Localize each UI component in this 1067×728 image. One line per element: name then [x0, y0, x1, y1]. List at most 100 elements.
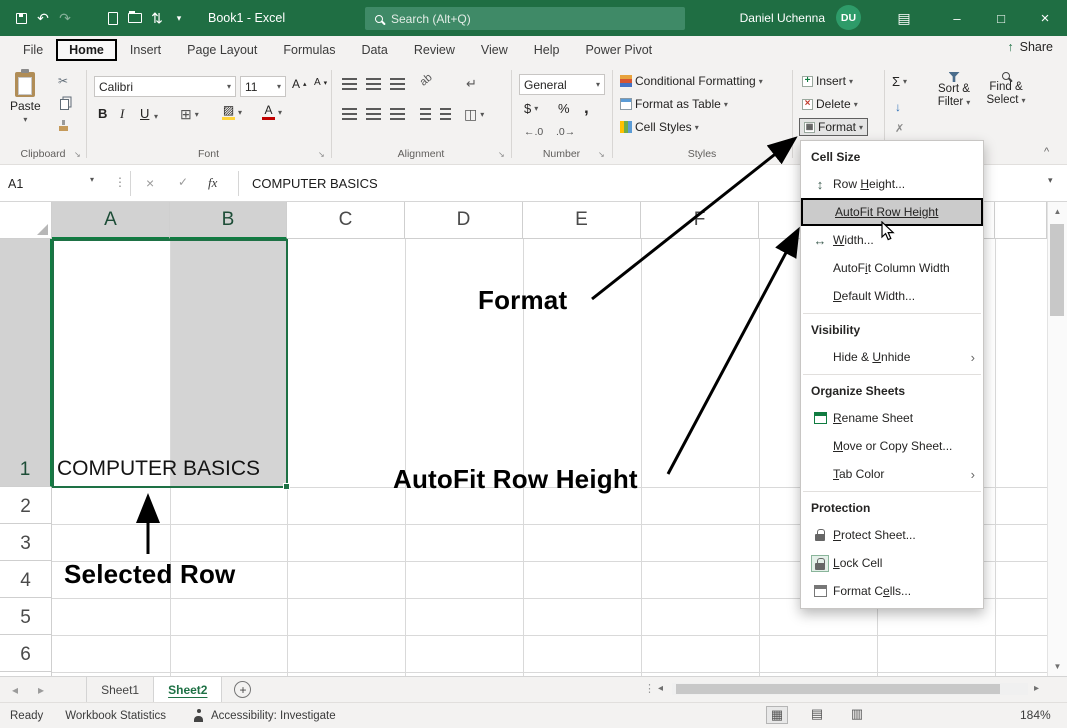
decrease-indent-icon[interactable] — [420, 108, 431, 120]
menu-item-protect-sheet[interactable]: Protect Sheet... — [801, 521, 983, 549]
paste-button[interactable]: Paste ▾ — [10, 72, 41, 124]
menu-item-row-height[interactable]: ↕ Row Height... — [801, 170, 983, 198]
clipboard-dialog-launcher-icon[interactable]: ↘ — [74, 150, 81, 159]
name-box-chevron-icon[interactable]: ▾ — [90, 175, 94, 184]
minimize-button[interactable]: – — [935, 0, 979, 36]
expand-formula-bar-icon[interactable]: ▾ — [1048, 175, 1053, 186]
select-all-corner[interactable] — [0, 202, 52, 239]
ribbon-display-options-icon[interactable]: ▤ — [893, 11, 915, 25]
menu-item-autofit-row-height[interactable]: AutoFit Row Height — [801, 198, 983, 226]
align-left-icon[interactable] — [342, 108, 357, 120]
column-header-c[interactable]: C — [287, 202, 405, 239]
copy-icon[interactable] — [60, 99, 69, 110]
italic-button[interactable]: I — [120, 106, 124, 122]
find-select-button[interactable]: Find & Select ▾ — [982, 72, 1030, 106]
tab-formulas[interactable]: Formulas — [270, 39, 348, 61]
tab-view[interactable]: View — [468, 39, 521, 61]
currency-button[interactable]: $▾ — [524, 101, 538, 116]
open-file-icon[interactable] — [124, 13, 146, 23]
new-file-icon[interactable] — [102, 12, 124, 25]
row-header-2[interactable]: 2 — [0, 487, 52, 524]
close-button[interactable]: × — [1023, 0, 1067, 36]
insert-cells-button[interactable]: + Insert ▾ — [802, 74, 853, 88]
underline-button[interactable]: U — [140, 106, 149, 121]
menu-item-hide-unhide[interactable]: Hide & Unhide › — [801, 343, 983, 371]
font-size-combo[interactable]: 11 ▾ — [240, 76, 286, 97]
align-top-icon[interactable] — [342, 78, 357, 90]
format-button[interactable]: ▦ Format ▾ — [799, 118, 868, 136]
sheet-nav-left-icon[interactable]: ◂ — [12, 683, 18, 697]
menu-item-default-width[interactable]: Default Width... — [801, 282, 983, 310]
horizontal-scrollbar-thumb[interactable] — [676, 684, 1000, 694]
save-icon[interactable] — [10, 13, 32, 24]
decrease-decimal-icon[interactable]: .0→ — [556, 126, 575, 138]
row-header-1[interactable]: 1 — [0, 239, 52, 487]
fill-color-button[interactable]: ▨ ▾ — [222, 104, 242, 120]
scroll-up-icon[interactable]: ▲ — [1054, 207, 1062, 216]
autosum-button[interactable]: Σ ▾ — [892, 74, 907, 89]
align-right-icon[interactable] — [390, 108, 405, 120]
row-header-3[interactable]: 3 — [0, 524, 52, 561]
column-header-d[interactable]: D — [405, 202, 523, 239]
align-bottom-icon[interactable] — [390, 78, 405, 90]
tab-file[interactable]: File — [10, 39, 56, 61]
column-header-partial[interactable] — [995, 202, 1047, 239]
cell-a1[interactable]: COMPUTER BASICS — [57, 457, 260, 481]
increase-font-icon[interactable]: A▴ — [292, 77, 307, 91]
column-header-e[interactable]: E — [523, 202, 641, 239]
orientation-icon[interactable]: ab — [418, 71, 435, 88]
row-header-6[interactable]: 6 — [0, 635, 52, 672]
delete-cells-button[interactable]: × Delete ▾ — [802, 97, 858, 111]
number-format-combo[interactable]: General ▾ — [519, 74, 605, 95]
tab-insert[interactable]: Insert — [117, 39, 174, 61]
workbook-statistics-button[interactable]: Workbook Statistics — [65, 710, 166, 722]
column-header-b[interactable]: B — [170, 202, 287, 239]
search-bar[interactable] — [365, 7, 685, 30]
menu-item-width[interactable]: ↔ Width... — [801, 226, 983, 254]
comma-style-button[interactable]: , — [584, 98, 589, 118]
clear-icon[interactable]: ✗ — [895, 122, 904, 135]
sort-az-icon[interactable]: ⇅ — [146, 11, 168, 25]
zoom-level[interactable]: 184% — [1020, 708, 1051, 722]
normal-view-icon[interactable]: ▦ — [766, 706, 788, 724]
borders-button[interactable]: ⊞ ▾ — [180, 106, 199, 123]
align-middle-icon[interactable] — [366, 78, 381, 90]
bold-button[interactable]: B — [98, 106, 107, 121]
accessibility-status[interactable]: Accessibility: Investigate — [211, 710, 336, 722]
sheet-nav-right-icon[interactable]: ▸ — [38, 683, 44, 697]
merge-center-button[interactable]: ◫ ▾ — [464, 106, 484, 123]
percent-button[interactable]: % — [558, 101, 570, 116]
conditional-formatting-button[interactable]: Conditional Formatting ▾ — [620, 74, 763, 88]
quick-access-chevron-icon[interactable]: ▾ — [168, 14, 190, 23]
tab-power-pivot[interactable]: Power Pivot — [572, 39, 665, 61]
tab-review[interactable]: Review — [401, 39, 468, 61]
wrap-text-icon[interactable]: ↵ — [466, 76, 477, 92]
styles-dialog-launcher-icon[interactable]: ↘ — [778, 150, 785, 159]
font-dialog-launcher-icon[interactable]: ↘ — [318, 150, 325, 159]
menu-item-rename-sheet[interactable]: Rename Sheet — [801, 404, 983, 432]
tab-help[interactable]: Help — [521, 39, 573, 61]
vertical-scrollbar-thumb[interactable] — [1050, 224, 1064, 316]
search-input[interactable] — [391, 12, 641, 26]
number-dialog-launcher-icon[interactable]: ↘ — [598, 150, 605, 159]
decrease-font-icon[interactable]: A▾ — [314, 77, 327, 88]
fill-handle[interactable] — [283, 483, 290, 490]
avatar[interactable]: DU — [836, 5, 861, 30]
menu-item-lock-cell[interactable]: Lock Cell — [801, 549, 983, 577]
underline-chevron-icon[interactable]: ▾ — [154, 112, 158, 121]
column-header-a[interactable]: A — [52, 202, 170, 239]
menu-item-format-cells[interactable]: Format Cells... — [801, 577, 983, 605]
row-header-4[interactable]: 4 — [0, 561, 52, 598]
undo-icon[interactable]: ↶ — [32, 11, 54, 25]
menu-item-move-or-copy-sheet[interactable]: Move or Copy Sheet... — [801, 432, 983, 460]
hscroll-right-icon[interactable]: ▸ — [1034, 683, 1039, 694]
cancel-formula-icon[interactable]: × — [146, 175, 154, 191]
fill-down-icon[interactable]: ↓ — [895, 100, 901, 114]
tab-home[interactable]: Home — [56, 39, 117, 61]
new-sheet-button[interactable]: + — [234, 681, 251, 698]
menu-item-tab-color[interactable]: Tab Color › — [801, 460, 983, 488]
cell-styles-button[interactable]: Cell Styles ▾ — [620, 120, 699, 134]
tabbar-splitter-icon[interactable]: ⋮ — [644, 682, 655, 695]
tab-page-layout[interactable]: Page Layout — [174, 39, 270, 61]
align-center-icon[interactable] — [366, 108, 381, 120]
